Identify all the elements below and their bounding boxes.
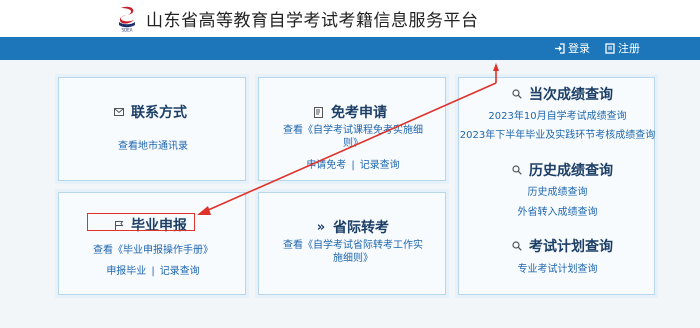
login-link[interactable]: 登录 [554,40,590,56]
contact-title: 联系方式 [113,102,187,122]
contact-directory-link[interactable]: 查看地市通讯录 [59,137,247,152]
exemption-title: 免考申请 [313,102,387,122]
divider: | [151,266,155,277]
site-header: SDEA 山东省高等教育自学考试考籍信息服务平台 [0,0,700,37]
graduation-actions: 申报毕业 | 记录查询 [59,262,247,277]
document-edit-icon [313,106,325,118]
current-scores-link-1[interactable]: 2023年10月自学考试成绩查询 [459,107,656,122]
search-icon [511,164,523,176]
exam-plan-link-1[interactable]: 专业考试计划查询 [459,260,656,275]
top-nav-bar: 登录 注册 [0,37,700,60]
graduation-manual-link[interactable]: 查看《毕业申报操作手册》 [59,241,247,256]
mail-icon [113,106,125,118]
transfer-card[interactable]: » 省际转考 查看《自学考试省际转考工作实施细则》 [258,192,446,295]
apply-graduation-link[interactable]: 申报毕业 [106,266,146,277]
exemption-records-link[interactable]: 记录查询 [360,160,400,171]
apply-exemption-link[interactable]: 申请免考 [306,160,346,171]
register-link[interactable]: 注册 [605,40,640,56]
login-label: 登录 [568,42,590,55]
graduation-records-link[interactable]: 记录查询 [160,266,200,277]
current-scores-title: 当次成绩查询 [511,84,613,104]
exemption-card[interactable]: 免考申请 查看《自学考试课程免考实施细则》 申请免考 | 记录查询 [258,77,446,181]
register-label: 注册 [618,42,640,55]
annotation-highlight-box [87,213,195,231]
search-icon [511,88,523,100]
exemption-rules-link[interactable]: 查看《自学考试课程免考实施细则》 [279,124,427,150]
exam-plan-title: 考试计划查询 [511,236,613,256]
contact-card[interactable]: 联系方式 查看地市通讯录 [58,77,246,181]
site-logo-icon[interactable]: SDEA [116,5,138,32]
exemption-actions: 申请免考 | 记录查询 [259,156,447,171]
transfer-title: » 省际转考 [316,219,389,237]
history-scores-link-1[interactable]: 历史成绩查询 [459,183,656,198]
history-scores-title: 历史成绩查询 [511,160,613,180]
search-icon [511,240,523,252]
divider: | [351,160,355,171]
double-chevron-right-icon: » [316,219,326,235]
transfer-rules-link[interactable]: 查看《自学考试省际转考工作实施细则》 [279,239,427,265]
register-icon [605,42,615,54]
score-query-panel: 当次成绩查询 2023年10月自学考试成绩查询 2023年下半年毕业及实践环节考… [458,77,655,295]
site-title: 山东省高等教育自学考试考籍信息服务平台 [146,11,479,31]
current-scores-link-2[interactable]: 2023年下半年毕业及实践环节考核成绩查询 [459,126,656,141]
graduation-card[interactable]: 毕业申报 查看《毕业申报操作手册》 申报毕业 | 记录查询 [58,192,246,295]
svg-text:SDEA: SDEA [122,28,133,33]
login-icon [555,42,565,54]
history-scores-link-2[interactable]: 外省转入成绩查询 [459,203,656,218]
